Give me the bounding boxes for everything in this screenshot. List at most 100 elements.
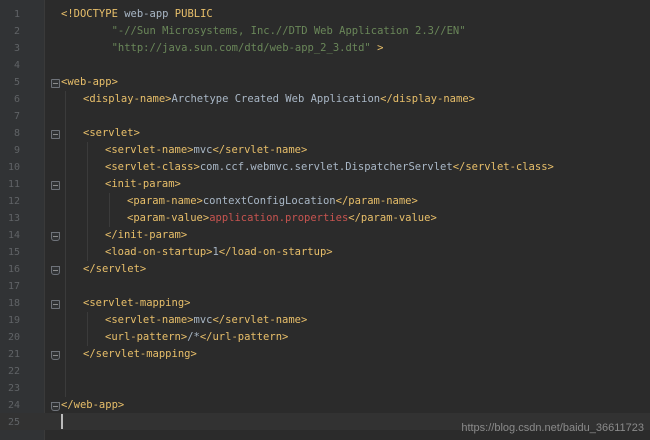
xml-tag-token: </web-app>	[61, 399, 125, 411]
line-number: 15	[7, 247, 20, 258]
line-number: 4	[13, 60, 20, 71]
xml-tag-token: >	[377, 42, 384, 54]
fold-end-icon[interactable]	[51, 402, 60, 411]
code-text: </init-param>	[105, 227, 187, 244]
fold-collapse-icon[interactable]	[51, 300, 60, 309]
code-line[interactable]: 14 </init-param>	[0, 227, 650, 244]
string-token: "http://java.sun.com/dtd/web-app_2_3.dtd…	[61, 42, 378, 54]
code-text: <load-on-startup>1</load-on-startup>	[105, 244, 333, 261]
code-text: <servlet-name>mvc</servlet-name>	[105, 142, 307, 159]
line-number: 7	[13, 111, 20, 122]
code-line[interactable]: 8 <servlet>	[0, 125, 650, 142]
text-token: mvc	[193, 314, 213, 326]
indent-guide	[87, 142, 88, 261]
xml-tag-token: <param-value>	[127, 212, 210, 224]
code-line[interactable]: 12 <param-name>contextConfigLocation</par…	[0, 193, 650, 210]
xml-tag-token: </servlet>	[83, 263, 147, 275]
code-line[interactable]: 1 <!DOCTYPE web-app PUBLIC	[0, 6, 650, 23]
line-number: 23	[7, 383, 20, 394]
xml-tag-token: <!DOCTYPE	[61, 8, 125, 20]
code-line[interactable]: 17	[0, 278, 650, 295]
code-line[interactable]: 4	[0, 57, 650, 74]
fold-end-icon[interactable]	[51, 266, 60, 275]
line-number: 5	[13, 77, 20, 88]
code-editor[interactable]: 1 <!DOCTYPE web-app PUBLIC 2 "-//Sun Micro…	[0, 0, 650, 440]
xml-tag-token: <web-app>	[61, 76, 118, 88]
xml-tag-token: </display-name>	[380, 93, 475, 105]
xml-tag-token: <servlet-name>	[105, 144, 194, 156]
code-text: <param-name>contextConfigLocation</param…	[127, 193, 418, 210]
code-line[interactable]: 2 "-//Sun Microsystems, Inc.//DTD Web Ap…	[0, 23, 650, 40]
code-text: <servlet-name>mvc</servlet-name>	[105, 312, 307, 329]
line-number: 19	[7, 315, 20, 326]
code-line[interactable]: 18 <servlet-mapping>	[0, 295, 650, 312]
text-token: contextConfigLocation	[202, 195, 336, 207]
code-text: <init-param>	[105, 176, 181, 193]
xml-tag-token: </load-on-startup>	[218, 246, 333, 258]
code-text: "-//Sun Microsystems, Inc.//DTD Web Appl…	[61, 23, 466, 40]
text-caret	[61, 414, 63, 429]
code-line[interactable]: 21 </servlet-mapping>	[0, 346, 650, 363]
code-line[interactable]: 20 <url-pattern>/*</url-pattern>	[0, 329, 650, 346]
line-number: 1	[13, 9, 20, 20]
line-number: 21	[7, 349, 20, 360]
code-text: <servlet-mapping>	[83, 295, 190, 312]
text-token: application.properties	[209, 212, 349, 224]
fold-collapse-icon[interactable]	[51, 181, 60, 190]
text-token: web-app	[124, 8, 175, 20]
code-line[interactable]: 5 <web-app>	[0, 74, 650, 91]
code-text: "http://java.sun.com/dtd/web-app_2_3.dtd…	[61, 40, 384, 57]
xml-tag-token: <load-on-startup>	[105, 246, 213, 258]
xml-tag-token: PUBLIC	[174, 8, 213, 20]
xml-tag-token: </init-param>	[105, 229, 188, 241]
code-line[interactable]: 19 <servlet-name>mvc</servlet-name>	[0, 312, 650, 329]
code-text: <web-app>	[61, 74, 118, 91]
xml-tag-token: <url-pattern>	[105, 331, 188, 343]
fold-end-icon[interactable]	[51, 232, 60, 241]
code-line[interactable]: 16 </servlet>	[0, 261, 650, 278]
xml-tag-token: </param-name>	[335, 195, 418, 207]
line-number: 18	[7, 298, 20, 309]
fold-collapse-icon[interactable]	[51, 130, 60, 139]
code-text: <!DOCTYPE web-app PUBLIC	[61, 6, 213, 23]
code-text: </servlet-mapping>	[83, 346, 197, 363]
xml-tag-token: <servlet>	[83, 127, 140, 139]
string-token: "-//Sun Microsystems, Inc.//DTD Web Appl…	[61, 25, 466, 37]
code-line[interactable]: 24 </web-app>	[0, 397, 650, 414]
code-line[interactable]: 22	[0, 363, 650, 380]
text-token: mvc	[193, 144, 213, 156]
fold-collapse-icon[interactable]	[51, 79, 60, 88]
code-line[interactable]: 9 <servlet-name>mvc</servlet-name>	[0, 142, 650, 159]
code-text: <param-value>application.properties</par…	[127, 210, 437, 227]
code-text: <display-name>Archetype Created Web Appl…	[83, 91, 475, 108]
code-line[interactable]: 3 "http://java.sun.com/dtd/web-app_2_3.d…	[0, 40, 650, 57]
code-line[interactable]: 13 <param-value>application.properties</p…	[0, 210, 650, 227]
line-number: 14	[7, 230, 20, 241]
code-line[interactable]: 7	[0, 108, 650, 125]
text-token: com.ccf.webmvc.servlet.DispatcherServlet	[199, 161, 453, 173]
xml-tag-token: <display-name>	[83, 93, 172, 105]
code-line[interactable]: 6 <display-name>Archetype Created Web App…	[0, 91, 650, 108]
line-number: 17	[7, 281, 20, 292]
text-token: /*	[187, 331, 200, 343]
xml-tag-token: </url-pattern>	[199, 331, 289, 343]
code-text: </servlet>	[83, 261, 146, 278]
line-number: 9	[13, 145, 20, 156]
code-text: <servlet-class>com.ccf.webmvc.servlet.Di…	[105, 159, 554, 176]
xml-tag-token: </servlet-mapping>	[83, 348, 197, 360]
code-line[interactable]: 23	[0, 380, 650, 397]
xml-tag-token: </servlet-name>	[212, 314, 308, 326]
xml-tag-token: </param-value>	[348, 212, 437, 224]
line-number: 2	[13, 26, 20, 37]
line-number: 3	[13, 43, 20, 54]
text-token: Archetype Created Web Application	[171, 93, 381, 105]
code-line[interactable]: 10 <servlet-class>com.ccf.webmvc.servlet.…	[0, 159, 650, 176]
line-number: 11	[7, 179, 20, 190]
xml-tag-token: <servlet-name>	[105, 314, 194, 326]
fold-end-icon[interactable]	[51, 351, 60, 360]
code-line[interactable]: 11 <init-param>	[0, 176, 650, 193]
line-number: 8	[13, 128, 20, 139]
line-number: 20	[7, 332, 20, 343]
indent-guide	[109, 193, 110, 227]
code-line[interactable]: 15 <load-on-startup>1</load-on-startup>	[0, 244, 650, 261]
